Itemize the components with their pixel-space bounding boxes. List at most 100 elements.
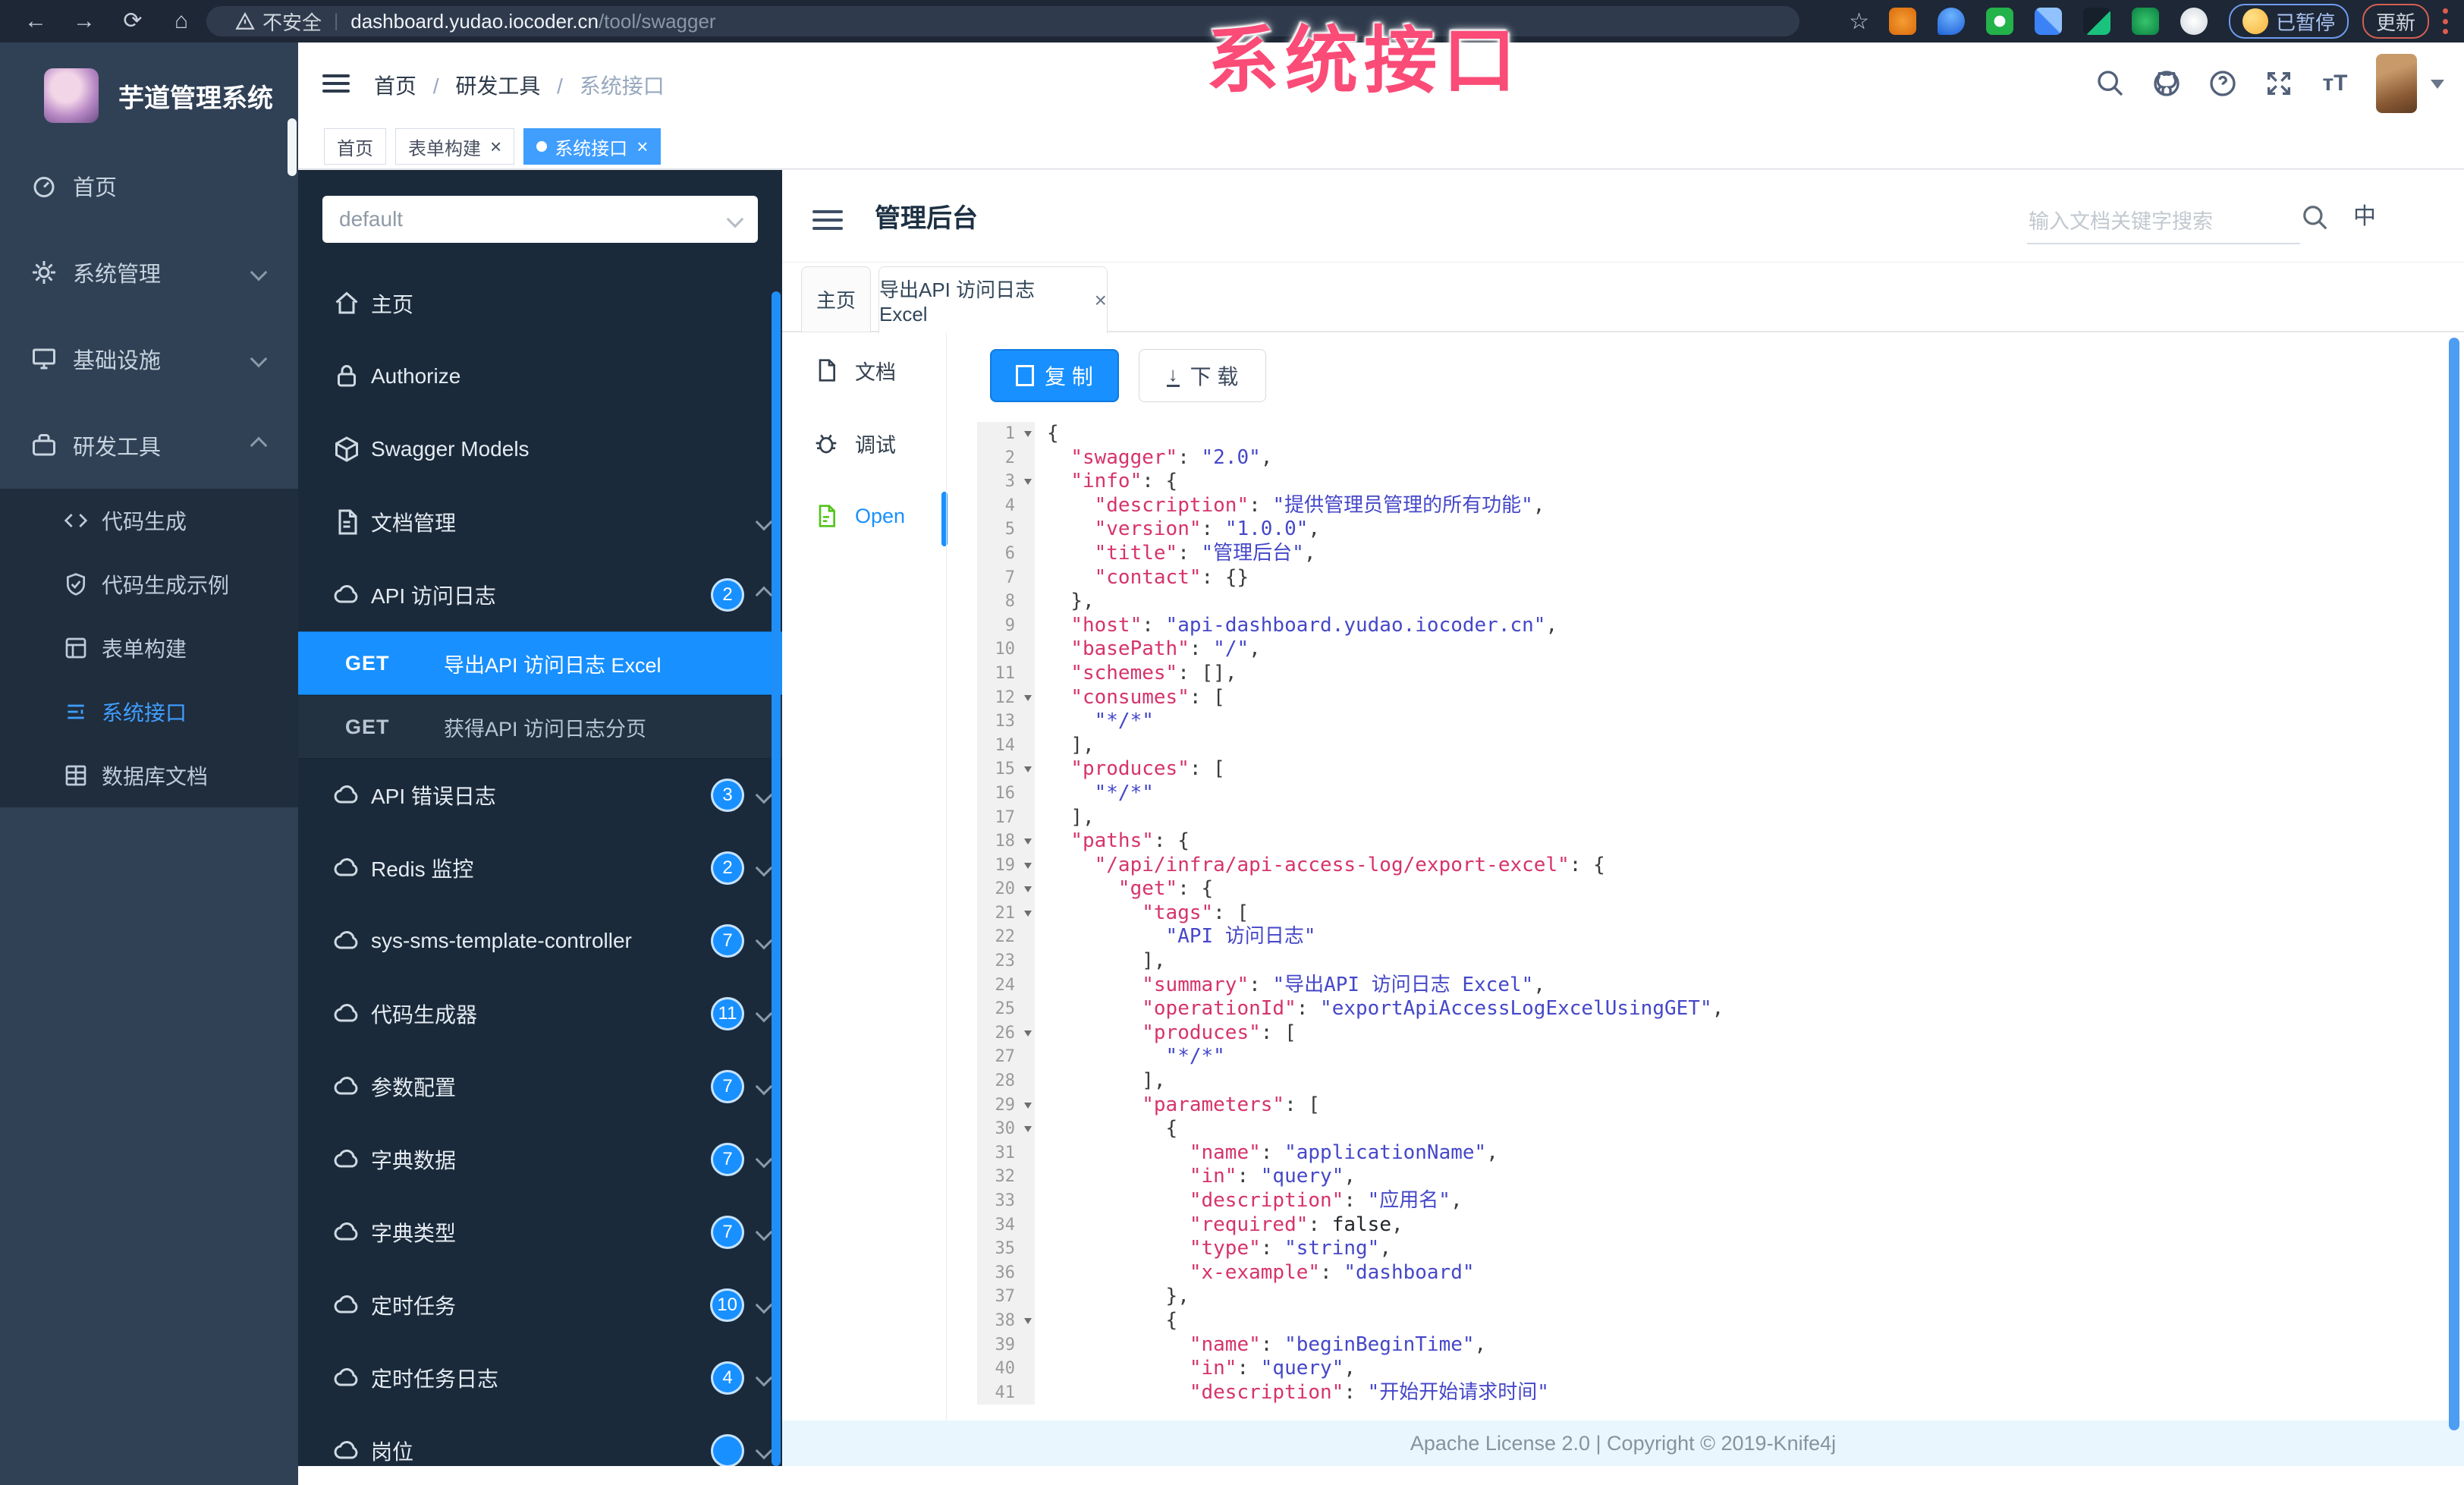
line-number[interactable]: 8 [977, 590, 1035, 614]
swagger-scrollbar-thumb[interactable] [772, 291, 781, 1466]
breadcrumb-home[interactable]: 首页 [374, 74, 416, 98]
line-number[interactable]: 9 [977, 613, 1035, 638]
swagger-nav-item[interactable]: Swagger Models [298, 413, 782, 486]
line-number[interactable]: 41 [977, 1380, 1035, 1405]
line-number[interactable]: 37 [977, 1285, 1035, 1309]
line-number[interactable]: 5 [977, 518, 1035, 542]
swagger-nav-item[interactable]: API 访问日志 2 [298, 558, 782, 631]
line-number[interactable]: 33 [977, 1189, 1035, 1213]
line-number[interactable]: 22 [977, 925, 1035, 950]
sidebar-item-codegen[interactable]: 代码生成 [0, 489, 298, 552]
line-number[interactable]: 11 [977, 661, 1035, 686]
fullscreen-icon[interactable] [2264, 68, 2294, 99]
sidebar-item-system-api[interactable]: 系统接口 [0, 680, 298, 744]
sidebar-item-codegen-demo[interactable]: 代码生成示例 [0, 552, 298, 616]
sidebar-item-form-build[interactable]: 表单构建 [0, 616, 298, 680]
line-number[interactable]: 36 [977, 1260, 1035, 1285]
language-icon[interactable]: 中 [2349, 202, 2380, 232]
search-icon[interactable] [2095, 68, 2126, 99]
line-number[interactable]: 7 [977, 565, 1035, 590]
swagger-nav-item[interactable]: Authorize [298, 340, 782, 413]
browser-back-icon[interactable]: ← [23, 8, 49, 34]
github-icon[interactable] [2151, 68, 2182, 99]
tag[interactable]: 表单构建 × [395, 128, 515, 165]
user-avatar[interactable] [2376, 54, 2417, 113]
line-number[interactable]: 34 [977, 1213, 1035, 1238]
sidebar-item-system[interactable]: 系统管理 [0, 229, 298, 316]
browser-menu-icon[interactable] [2443, 8, 2449, 34]
swagger-nav-item[interactable]: 主页 [298, 267, 782, 340]
extension-icon[interactable] [1888, 8, 1916, 35]
line-number[interactable]: 23 [977, 949, 1035, 974]
extension-icon[interactable] [2082, 8, 2110, 35]
line-number[interactable]: 19 [977, 853, 1035, 878]
swagger-nav-item[interactable]: 字典数据 7 [298, 1123, 782, 1196]
line-number[interactable]: 32 [977, 1165, 1035, 1189]
line-number[interactable]: 1 [977, 422, 1035, 446]
swagger-nav-item[interactable]: 文档管理 [298, 486, 782, 558]
tag[interactable]: 首页 [324, 128, 386, 165]
address-bar[interactable]: 不安全 | dashboard.yudao.iocoder.cn/tool/sw… [206, 6, 1799, 36]
app-logo-row[interactable]: 芋道管理系统 [0, 42, 298, 143]
browser-forward-icon[interactable]: → [71, 8, 97, 34]
line-number[interactable]: 27 [977, 1045, 1035, 1070]
doc-nav-item[interactable]: 文档 [782, 346, 946, 395]
tag[interactable]: 系统接口 × [523, 128, 662, 165]
breadcrumb-devtools[interactable]: 研发工具 [455, 74, 540, 98]
line-number[interactable]: 15 [977, 757, 1035, 782]
bookmark-star-icon[interactable]: ☆ [1849, 8, 1869, 35]
swagger-nav-item[interactable]: 参数配置 7 [298, 1050, 782, 1123]
doc-tab[interactable]: 导出API 访问日志 Excel × [878, 266, 1108, 333]
swagger-nav-item[interactable]: sys-sms-template-controller 7 [298, 905, 782, 977]
page-scrollbar-thumb[interactable] [2449, 338, 2459, 1430]
swagger-nav-item[interactable]: API 错误日志 3 [298, 759, 782, 832]
doc-nav-item[interactable]: Open [782, 492, 946, 540]
user-menu-caret-icon[interactable] [2431, 79, 2444, 96]
copy-button[interactable]: 复 制 [990, 349, 1119, 402]
line-number[interactable]: 21 [977, 901, 1035, 926]
swagger-nav-item[interactable]: 岗位 [298, 1414, 782, 1466]
sidebar-item-devtools[interactable]: 研发工具 [0, 402, 298, 489]
line-number[interactable]: 16 [977, 781, 1035, 806]
sidebar-item-home[interactable]: 首页 [0, 143, 298, 229]
line-number[interactable]: 18 [977, 829, 1035, 854]
line-number[interactable]: 14 [977, 733, 1035, 758]
line-number[interactable]: 20 [977, 877, 1035, 901]
font-size-icon[interactable]: тT [2320, 68, 2350, 99]
sidebar-item-db-doc[interactable]: 数据库文档 [0, 744, 298, 807]
doc-nav-item[interactable]: 调试 [782, 419, 946, 467]
swagger-nav-item[interactable]: 定时任务日志 4 [298, 1342, 782, 1414]
hamburger-icon[interactable] [322, 70, 350, 94]
swagger-nav-item[interactable]: 定时任务 10 [298, 1269, 782, 1342]
extension-icon[interactable] [1937, 8, 1965, 35]
swagger-nav-item[interactable]: 代码生成器 11 [298, 977, 782, 1050]
line-number[interactable]: 39 [977, 1332, 1035, 1358]
doc-search-icon[interactable] [2301, 203, 2330, 232]
line-number[interactable]: 3 [977, 470, 1035, 494]
doc-tab[interactable]: 主页 [801, 266, 871, 332]
line-number[interactable]: 2 [977, 445, 1035, 470]
tag-close-icon[interactable]: × [490, 137, 501, 156]
line-number[interactable]: 31 [977, 1140, 1035, 1166]
help-icon[interactable] [2208, 68, 2238, 99]
browser-home-icon[interactable]: ⌂ [168, 8, 194, 34]
collapse-sidebar-icon[interactable] [812, 205, 843, 231]
doc-search-input[interactable] [2027, 200, 2300, 244]
profile-paused-pill[interactable]: 已暂停 [2228, 4, 2349, 39]
download-button[interactable]: ↓ 下 载 [1139, 349, 1266, 402]
line-number[interactable]: 17 [977, 805, 1035, 830]
line-number[interactable]: 40 [977, 1357, 1035, 1381]
line-number[interactable]: 29 [977, 1093, 1035, 1118]
extension-icon[interactable] [2034, 8, 2062, 35]
line-number[interactable]: 35 [977, 1237, 1035, 1261]
api-group-select[interactable]: default [322, 196, 758, 243]
extension-icon[interactable] [2131, 8, 2159, 35]
code-editor[interactable]: 1 { 2 "swagger": "2.0", 3 "info": { 4 "d… [977, 422, 2434, 1405]
line-number[interactable]: 24 [977, 973, 1035, 998]
line-number[interactable]: 12 [977, 685, 1035, 710]
swagger-nav-item[interactable]: Redis 监控 2 [298, 832, 782, 905]
browser-refresh-icon[interactable]: ⟳ [120, 8, 146, 34]
api-operation-row[interactable]: GET 导出API 访问日志 Excel [298, 631, 782, 695]
line-number[interactable]: 10 [977, 637, 1035, 662]
line-number[interactable]: 28 [977, 1069, 1035, 1093]
